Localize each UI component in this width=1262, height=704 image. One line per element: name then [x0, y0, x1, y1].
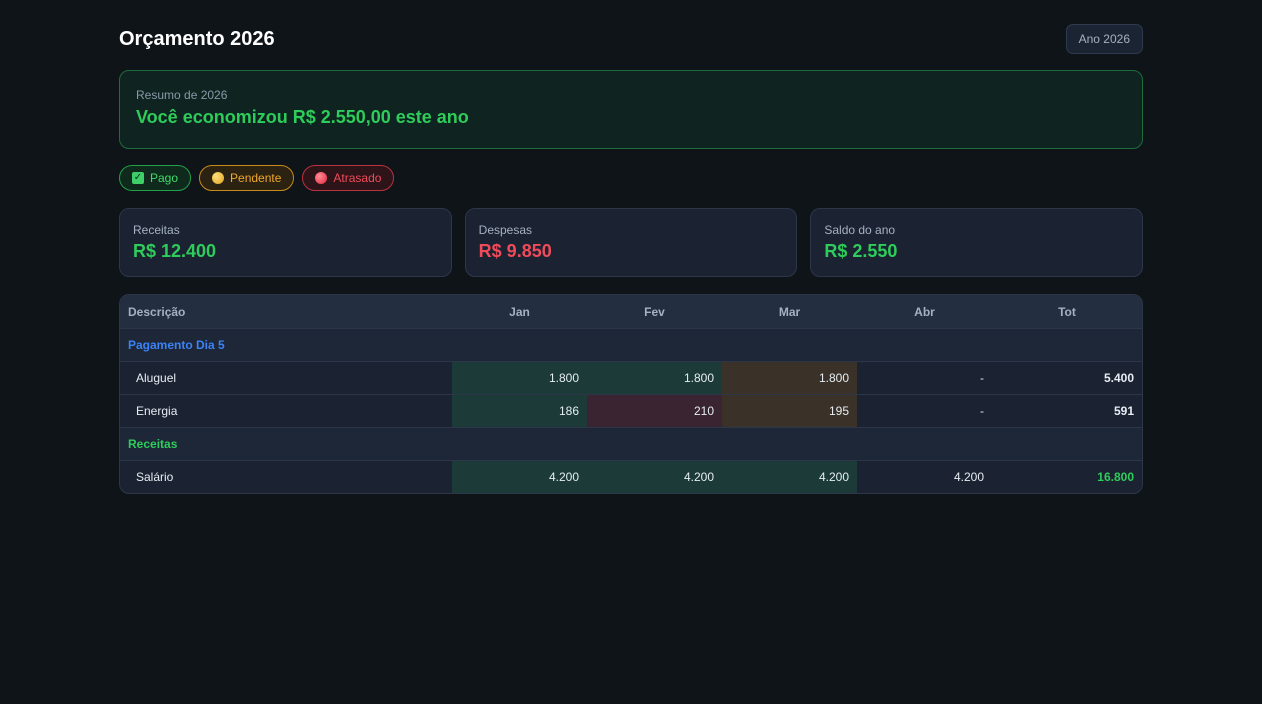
group-label-pagamento: Pagamento Dia 5 — [128, 338, 225, 352]
card-saldo: Saldo do ano R$ 2.550 — [810, 208, 1144, 277]
year-selector-button[interactable]: Ano 2026 — [1065, 24, 1143, 54]
header-abr: Abr — [914, 304, 935, 319]
row-desc-salario: Salário — [136, 470, 174, 484]
group-row-pagamento: Pagamento Dia 5 — [120, 328, 1142, 361]
cell-salario-abr[interactable]: 4.200 — [857, 461, 992, 493]
page-title: Orçamento 2026 — [119, 27, 275, 50]
header-jan: Jan — [509, 304, 530, 319]
yellow-circle-icon — [212, 172, 225, 184]
cell-energia-fev[interactable]: 210 — [587, 395, 722, 427]
cell-salario-mar[interactable]: 4.200 — [722, 461, 857, 493]
budget-page: Orçamento 2026 Ano 2026 Resumo de 2026 V… — [119, 24, 1144, 494]
legend-chip-pendente[interactable]: Pendente — [199, 165, 295, 191]
cell-energia-abr[interactable]: - — [857, 395, 992, 427]
header-tot: Tot — [1058, 304, 1076, 319]
summary-banner: Resumo de 2026 Você economizou R$ 2.550,… — [119, 70, 1143, 149]
cell-aluguel-fev[interactable]: 1.800 — [587, 362, 722, 394]
group-label-receitas: Receitas — [128, 437, 178, 451]
cell-energia-tot: 591 — [1113, 404, 1134, 418]
cell-salario-jan[interactable]: 4.200 — [452, 461, 587, 493]
summary-label: Resumo de 2026 — [136, 88, 228, 102]
red-circle-icon — [315, 172, 328, 184]
card-receitas: Receitas R$ 12.400 — [119, 208, 452, 277]
table-header-row: Descrição Jan Fev Mar Abr Tot — [120, 295, 1142, 328]
budget-table: Descrição Jan Fev Mar Abr Tot Pagamento … — [119, 294, 1143, 494]
status-legend: ✓ Pago Pendente Atrasado — [119, 165, 1143, 191]
cell-salario-fev[interactable]: 4.200 — [587, 461, 722, 493]
legend-label-pendente: Pendente — [230, 171, 282, 185]
table-row: Energia 186 210 195 - 591 — [120, 394, 1142, 427]
header-mar: Mar — [778, 304, 801, 319]
card-receitas-label: Receitas — [133, 223, 180, 237]
cell-aluguel-tot: 5.400 — [1103, 371, 1134, 385]
card-despesas-value: R$ 9.850 — [478, 241, 552, 261]
header-fev: Fev — [644, 304, 665, 319]
cell-aluguel-jan[interactable]: 1.800 — [452, 362, 587, 394]
cell-energia-jan[interactable]: 186 — [452, 395, 587, 427]
check-icon: ✓ — [132, 172, 144, 184]
row-desc-energia: Energia — [136, 404, 178, 418]
cell-aluguel-abr[interactable]: - — [857, 362, 992, 394]
row-desc-aluguel: Aluguel — [136, 371, 177, 385]
table-row: Salário 4.200 4.200 4.200 4.200 16.800 — [120, 460, 1142, 493]
legend-label-atrasado: Atrasado — [333, 171, 382, 185]
card-despesas: Despesas R$ 9.850 — [464, 208, 798, 277]
legend-chip-pago[interactable]: ✓ Pago — [119, 165, 192, 191]
legend-chip-atrasado[interactable]: Atrasado — [302, 165, 395, 191]
card-despesas-label: Despesas — [478, 223, 533, 237]
card-saldo-label: Saldo do ano — [824, 223, 896, 237]
cell-salario-tot: 16.800 — [1097, 470, 1134, 484]
cell-energia-mar[interactable]: 195 — [722, 395, 857, 427]
group-row-receitas: Receitas — [120, 427, 1142, 460]
summary-text: Você economizou R$ 2.550,00 este ano — [136, 107, 469, 127]
table-row: Aluguel 1.800 1.800 1.800 - 5.400 — [120, 361, 1142, 394]
card-receitas-value: R$ 12.400 — [133, 241, 217, 261]
totals-cards: Receitas R$ 12.400 Despesas R$ 9.850 Sal… — [119, 208, 1144, 277]
legend-label-pago: Pago — [150, 171, 179, 185]
header: Orçamento 2026 Ano 2026 — [119, 24, 1143, 54]
card-saldo-value: R$ 2.550 — [824, 241, 898, 261]
cell-aluguel-mar[interactable]: 1.800 — [722, 362, 857, 394]
header-descricao: Descrição — [128, 304, 186, 319]
